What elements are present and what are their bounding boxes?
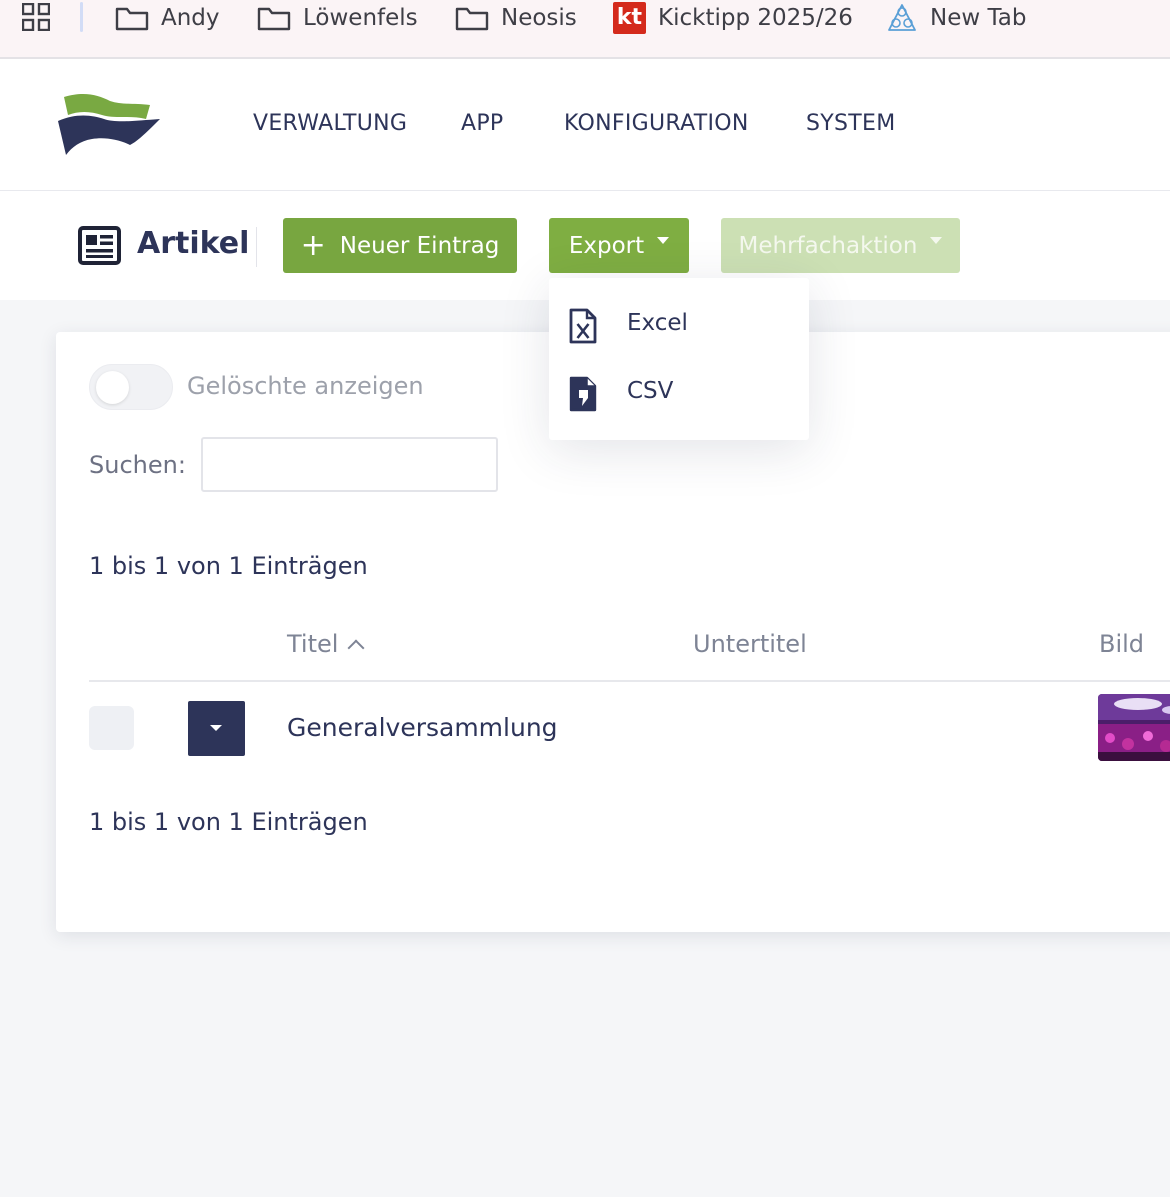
export-csv-label: CSV: [627, 378, 674, 404]
bookmark-label: Kicktipp 2025/26: [658, 5, 853, 31]
bookmark-neosis[interactable]: Neosis: [455, 2, 577, 34]
show-deleted-toggle[interactable]: [89, 364, 173, 410]
show-deleted-label: Gelöschte anzeigen: [187, 372, 424, 400]
table-header-divider: [89, 680, 1170, 682]
bulk-action-button[interactable]: Mehrfachaktion: [721, 218, 960, 273]
row-checkbox[interactable]: [89, 706, 134, 750]
folder-icon: [115, 7, 149, 31]
page-title: Artikel: [137, 226, 250, 261]
nav-app[interactable]: APP: [461, 111, 503, 136]
newtab-icon: [888, 4, 916, 31]
bookmark-kicktipp[interactable]: kt Kicktipp 2025/26: [613, 2, 853, 34]
nav-konfiguration[interactable]: KONFIGURATION: [564, 111, 749, 136]
plus-icon: +: [300, 227, 326, 263]
new-entry-label: Neuer Eintrag: [339, 232, 500, 259]
excel-file-icon: [569, 308, 597, 344]
export-excel-item[interactable]: Excel: [549, 294, 809, 354]
bookmark-loewenfels[interactable]: Löwenfels: [257, 2, 418, 34]
export-csv-item[interactable]: CSV: [549, 362, 809, 422]
nav-verwaltung[interactable]: VERWALTUNG: [253, 111, 407, 136]
new-entry-button[interactable]: + Neuer Eintrag: [283, 218, 517, 273]
newspaper-icon: [78, 226, 121, 265]
bulk-action-label: Mehrfachaktion: [738, 232, 918, 259]
row-title-cell: Generalversammlung: [287, 713, 558, 742]
bookmark-label: Löwenfels: [303, 5, 418, 31]
csv-file-icon: [569, 376, 597, 412]
toggle-knob: [96, 371, 129, 404]
sort-ascending-icon: [347, 639, 365, 657]
caret-down-icon: [657, 237, 670, 244]
caret-down-icon: [930, 237, 943, 244]
search-label: Suchen:: [89, 451, 186, 479]
title-divider: [256, 227, 257, 267]
column-header-titel[interactable]: Titel: [287, 630, 365, 658]
export-label: Export: [568, 232, 645, 259]
export-excel-label: Excel: [627, 310, 688, 336]
table-info-top: 1 bis 1 von 1 Einträgen: [89, 552, 368, 580]
apps-grid-icon[interactable]: [22, 3, 50, 31]
nav-system[interactable]: SYSTEM: [806, 111, 896, 136]
kicktipp-icon: kt: [613, 2, 646, 34]
bookmark-andy[interactable]: Andy: [115, 2, 220, 34]
folder-icon: [257, 7, 291, 31]
bookmark-label: Andy: [161, 5, 220, 31]
column-header-untertitel[interactable]: Untertitel: [693, 630, 807, 658]
table-info-bottom: 1 bis 1 von 1 Einträgen: [89, 808, 368, 836]
bookmark-label: New Tab: [930, 5, 1027, 31]
search-input[interactable]: [201, 437, 498, 492]
column-header-label: Titel: [287, 630, 339, 658]
export-button[interactable]: Export: [549, 218, 689, 273]
export-dropdown-menu: Excel CSV: [549, 278, 809, 440]
bookmarks-separator: [80, 2, 83, 32]
row-actions-button[interactable]: [188, 701, 245, 756]
folder-icon: [455, 7, 489, 31]
app-logo[interactable]: [56, 89, 162, 157]
row-image-thumbnail[interactable]: [1098, 694, 1170, 761]
bookmark-label: Neosis: [501, 5, 577, 31]
column-header-bild[interactable]: Bild: [1099, 630, 1144, 658]
bookmark-new-tab[interactable]: New Tab: [886, 2, 1026, 34]
caret-down-icon: [210, 725, 222, 731]
bookmarks-bar: Andy Löwenfels Neosis kt Kicktipp 2025/2…: [0, 0, 1170, 59]
top-navigation: VERWALTUNG APP KONFIGURATION SYSTEM: [0, 59, 1170, 191]
